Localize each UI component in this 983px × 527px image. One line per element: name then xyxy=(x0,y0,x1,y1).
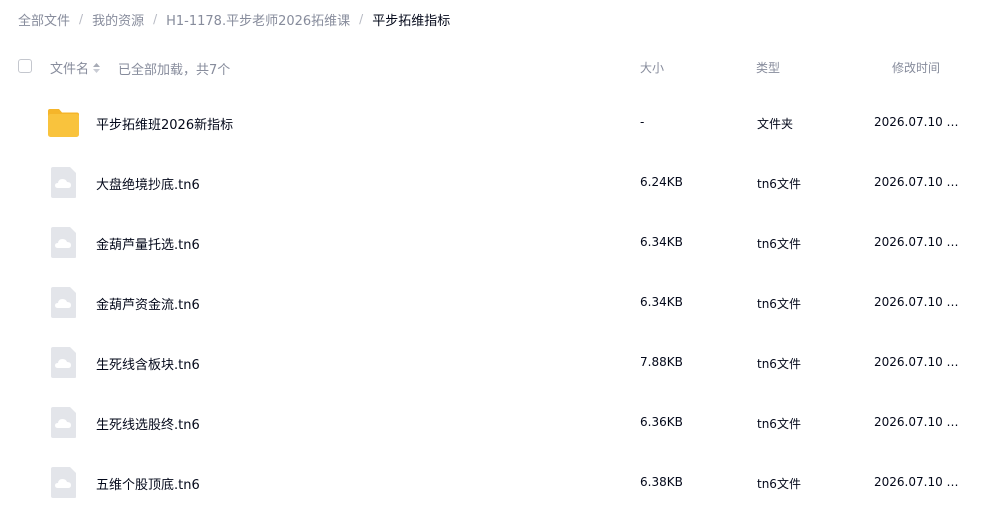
file-type: tn6文件 xyxy=(757,177,801,191)
file-cloud-icon xyxy=(51,407,76,438)
file-type: 文件夹 xyxy=(757,117,794,131)
file-size: 7.88KB xyxy=(640,355,683,369)
file-type: tn6文件 xyxy=(757,297,801,311)
breadcrumb: 全部文件 / 我的资源 / H1-1178.平步老师2026拓维课 / 平步拓维… xyxy=(18,9,450,29)
file-row[interactable]: 平步拓维班2026新指标 - 文件夹 2026.07.10 0... xyxy=(0,92,983,152)
file-name[interactable]: 生死线选股终.tn6 xyxy=(96,414,200,433)
breadcrumb-separator: / xyxy=(79,12,84,26)
column-header-name[interactable]: 文件名 xyxy=(50,58,101,77)
breadcrumb-my-resources[interactable]: 我的资源 xyxy=(92,10,144,29)
file-size: 6.34KB xyxy=(640,235,683,249)
file-row[interactable]: 生死线含板块.tn6 7.88KB tn6文件 2026.07.10 0... xyxy=(0,332,983,392)
breadcrumb-separator: / xyxy=(359,12,364,26)
file-modified-time: 2026.07.10 0... xyxy=(874,295,960,309)
file-cloud-icon xyxy=(51,467,76,498)
file-size: - xyxy=(640,115,645,129)
file-size: 6.36KB xyxy=(640,415,683,429)
file-type: tn6文件 xyxy=(757,477,801,491)
file-size: 6.24KB xyxy=(640,175,683,189)
breadcrumb-separator: / xyxy=(153,12,158,26)
file-name[interactable]: 五维个股顶底.tn6 xyxy=(96,474,200,493)
breadcrumb-current-folder: 平步拓维指标 xyxy=(372,13,451,29)
column-header-name-label: 文件名 xyxy=(50,62,90,77)
file-modified-time: 2026.07.10 0... xyxy=(874,235,960,249)
file-modified-time: 2026.07.10 0... xyxy=(874,175,960,189)
loaded-count: 已全部加载，共7个 xyxy=(118,63,231,78)
file-row[interactable]: 大盘绝境抄底.tn6 6.24KB tn6文件 2026.07.10 0... xyxy=(0,152,983,212)
file-list-header: 文件名 已全部加载，共7个 大小 类型 修改时间 xyxy=(0,52,983,82)
file-cloud-icon xyxy=(51,167,76,198)
file-type: tn6文件 xyxy=(757,417,801,431)
breadcrumb-all-files[interactable]: 全部文件 xyxy=(18,10,70,29)
file-row[interactable]: 生死线选股终.tn6 6.36KB tn6文件 2026.07.10 0... xyxy=(0,392,983,452)
file-cloud-icon xyxy=(51,227,76,258)
column-header-modified-time[interactable]: 修改时间 xyxy=(892,59,940,76)
file-size: 6.38KB xyxy=(640,475,683,489)
folder-icon xyxy=(48,109,79,137)
file-modified-time: 2026.07.10 0... xyxy=(874,115,960,129)
file-cloud-icon xyxy=(51,347,76,378)
file-row[interactable]: 金葫芦资金流.tn6 6.34KB tn6文件 2026.07.10 0... xyxy=(0,272,983,332)
file-modified-time: 2026.07.10 0... xyxy=(874,355,960,369)
file-name[interactable]: 金葫芦资金流.tn6 xyxy=(96,294,200,313)
file-modified-time: 2026.07.10 0... xyxy=(874,475,960,489)
file-name[interactable]: 生死线含板块.tn6 xyxy=(96,354,200,373)
column-header-size[interactable]: 大小 xyxy=(640,59,664,76)
breadcrumb-course-folder[interactable]: H1-1178.平步老师2026拓维课 xyxy=(166,10,350,29)
file-modified-time: 2026.07.10 0... xyxy=(874,415,960,429)
file-name[interactable]: 平步拓维班2026新指标 xyxy=(96,114,233,133)
select-all-checkbox[interactable] xyxy=(18,59,32,73)
file-name[interactable]: 金葫芦量托选.tn6 xyxy=(96,234,200,253)
file-name[interactable]: 大盘绝境抄底.tn6 xyxy=(96,174,200,193)
file-row[interactable]: 五维个股顶底.tn6 6.38KB tn6文件 2026.07.10 0... xyxy=(0,452,983,512)
file-row[interactable]: 金葫芦量托选.tn6 6.34KB tn6文件 2026.07.10 0... xyxy=(0,212,983,272)
column-header-type[interactable]: 类型 xyxy=(756,59,780,76)
sort-icon[interactable] xyxy=(93,62,101,73)
file-type: tn6文件 xyxy=(757,237,801,251)
file-type: tn6文件 xyxy=(757,357,801,371)
file-size: 6.34KB xyxy=(640,295,683,309)
file-cloud-icon xyxy=(51,287,76,318)
